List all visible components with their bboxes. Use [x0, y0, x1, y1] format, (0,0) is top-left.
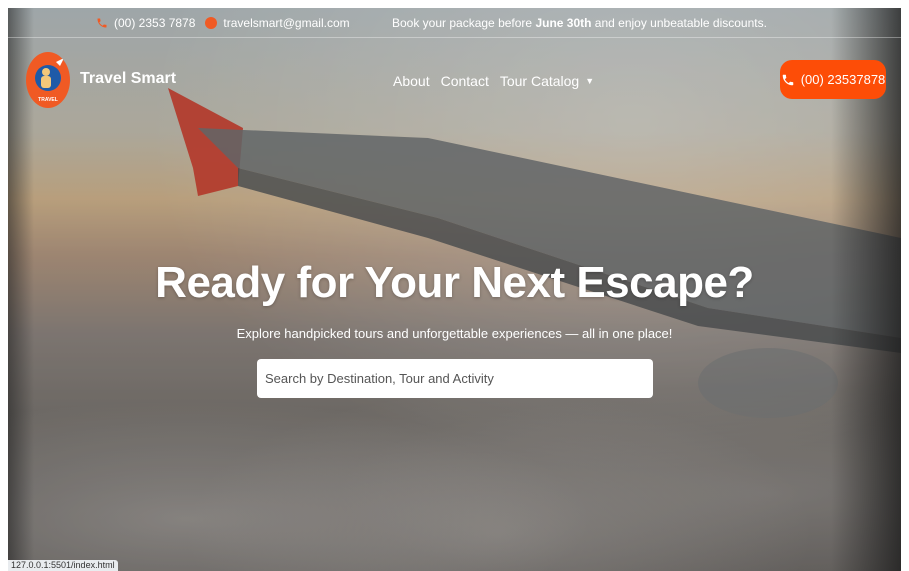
search-input[interactable] — [257, 359, 653, 398]
hero-title: Ready for Your Next Escape? — [155, 258, 754, 307]
nav-about[interactable]: About — [393, 73, 430, 89]
contact-info: (00) 2353 7878 travelsmart@gmail.com — [96, 16, 350, 30]
traveler-logo-icon: TRAVEL — [35, 58, 64, 103]
nav-tour-catalog[interactable]: Tour Catalog ▼ — [500, 73, 594, 89]
nav-tour-catalog-label: Tour Catalog — [499, 73, 580, 89]
nav-contact[interactable]: Contact — [441, 73, 489, 89]
topbar-email[interactable]: travelsmart@gmail.com — [223, 16, 349, 30]
hero-subtitle: Explore handpicked tours and unforgettab… — [236, 326, 673, 341]
promo-date: June 30th — [535, 16, 592, 30]
logo-text: TRAVEL — [38, 97, 58, 103]
email-icon — [205, 17, 218, 29]
main-nav: About Contact Tour Catalog ▼ — [393, 73, 594, 89]
promo-banner: Book your package before June 30th and e… — [392, 16, 767, 30]
call-button-label: (00) 23537878 — [800, 72, 886, 87]
phone-icon — [782, 74, 793, 85]
caret-down-icon: ▼ — [585, 76, 595, 86]
phone-icon — [97, 18, 107, 28]
status-bar-url: 127.0.0.1:5501/index.html — [8, 560, 118, 571]
topbar-phone[interactable]: (00) 2353 7878 — [114, 16, 195, 30]
promo-prefix: Book your package before — [392, 16, 533, 30]
promo-suffix: and enjoy unbeatable discounts. — [594, 16, 767, 30]
top-info-bar: (00) 2353 7878 travelsmart@gmail.com Boo… — [8, 8, 901, 38]
brand-name[interactable]: Travel Smart — [80, 70, 176, 88]
call-button[interactable]: (00) 23537878 — [780, 60, 886, 99]
travel-smart-logo[interactable]: TRAVEL — [26, 52, 70, 108]
